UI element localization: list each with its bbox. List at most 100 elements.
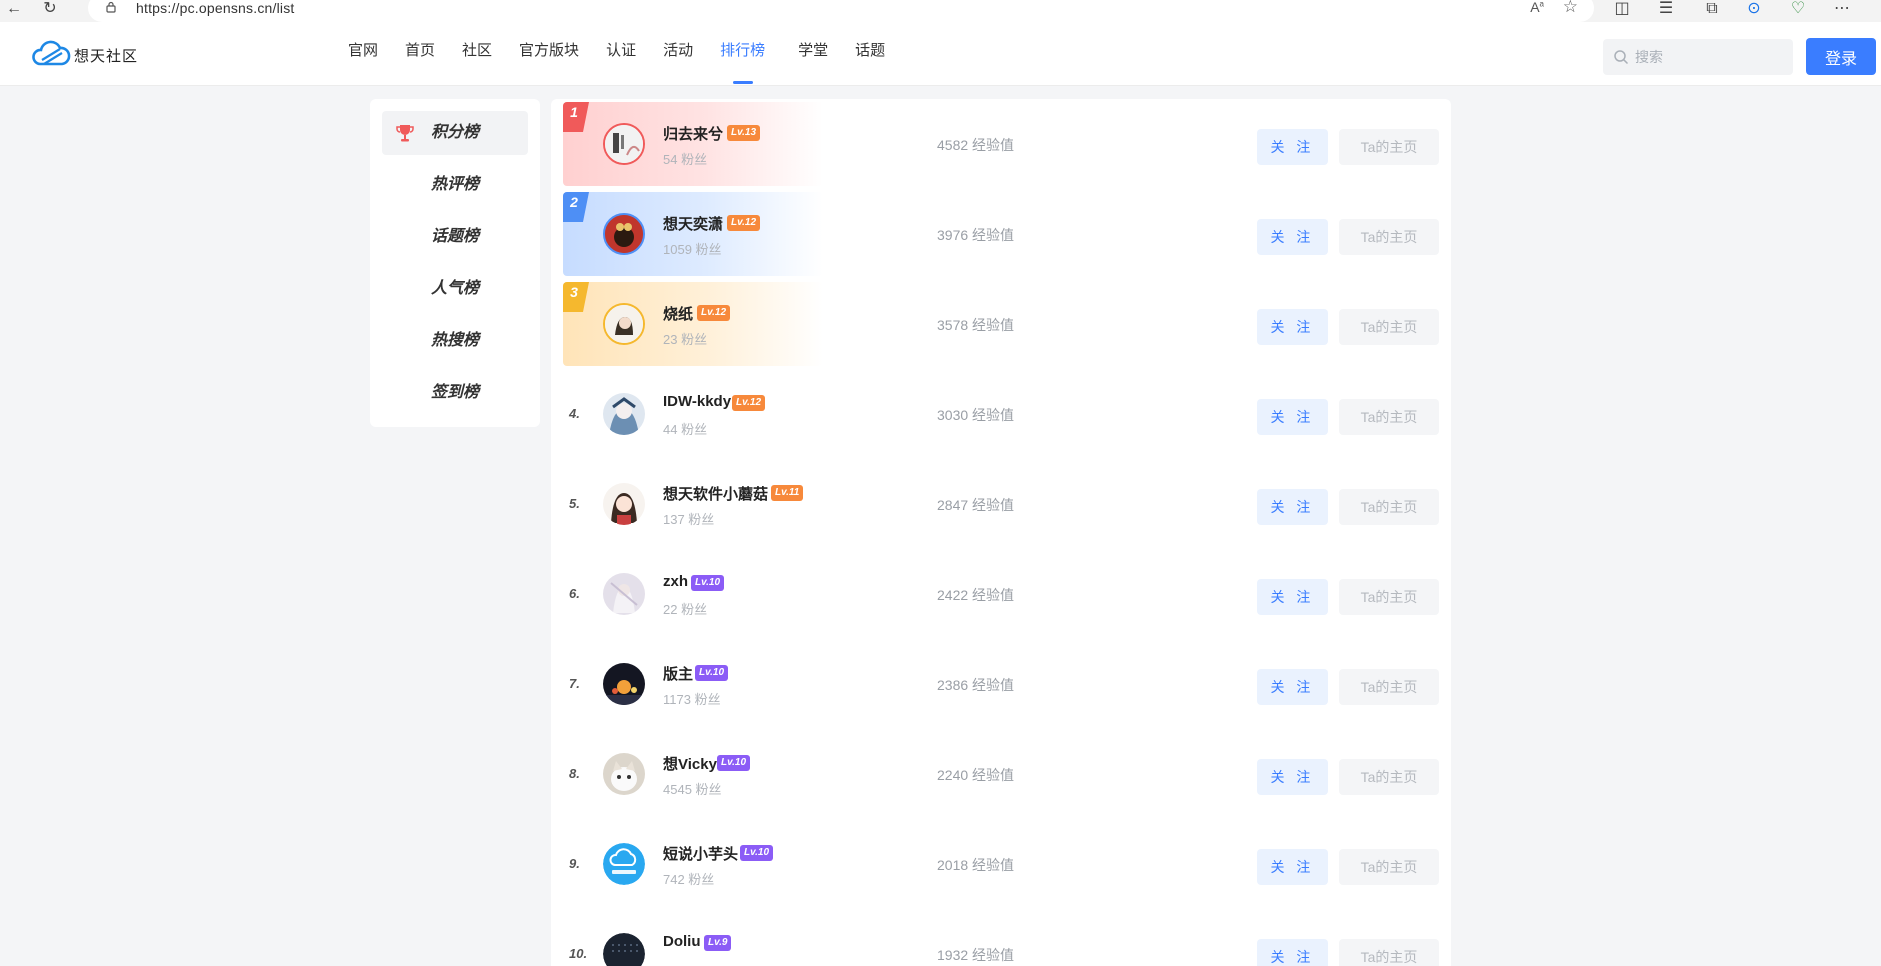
follow-button[interactable]: 关 注 — [1257, 759, 1328, 795]
follow-button[interactable]: 关 注 — [1257, 309, 1328, 345]
ranking-list: 1 归去来兮 Lv.13 54 粉丝 4582 经验值 关 注 Ta的主页 2 … — [551, 99, 1451, 966]
nav-item-home[interactable]: 首页 — [405, 22, 435, 86]
read-aloud-icon[interactable]: Aa — [1530, 0, 1544, 15]
user-name[interactable]: 想天软件小蘑菇 — [663, 483, 768, 504]
side-item-popularity[interactable]: 人气榜 — [382, 267, 528, 311]
experience-value: 2386 经验值 — [937, 677, 1015, 693]
split-screen-icon[interactable]: ◫ — [1612, 0, 1632, 20]
rank-number: 6. — [569, 586, 580, 601]
follow-button[interactable]: 关 注 — [1257, 219, 1328, 255]
experience-value: 3030 经验值 — [937, 407, 1015, 423]
follow-button[interactable]: 关 注 — [1257, 669, 1328, 705]
ranking-category-menu: 积分榜 热评榜 话题榜 人气榜 热搜榜 签到榜 — [370, 99, 540, 427]
homepage-button[interactable]: Ta的主页 — [1339, 129, 1439, 165]
side-item-topics[interactable]: 话题榜 — [382, 215, 528, 259]
level-badge: Lv.9 — [704, 935, 732, 951]
health-icon[interactable]: ♡ — [1788, 0, 1808, 20]
nav-item-community[interactable]: 社区 — [462, 22, 492, 86]
logo[interactable]: 想天社区 — [30, 40, 138, 70]
avatar[interactable] — [603, 933, 645, 966]
avatar[interactable] — [603, 393, 645, 435]
more-menu-icon[interactable]: ⋯ — [1832, 0, 1852, 20]
experience-value: 1932 经验值 — [937, 947, 1015, 963]
homepage-button[interactable]: Ta的主页 — [1339, 849, 1439, 885]
follow-button[interactable]: 关 注 — [1257, 579, 1328, 615]
nav-item-topics[interactable]: 话题 — [855, 22, 885, 86]
side-item-points[interactable]: 积分榜 — [382, 111, 528, 155]
follow-button[interactable]: 关 注 — [1257, 489, 1328, 525]
download-icon[interactable]: ⊙ — [1744, 0, 1764, 20]
homepage-button[interactable]: Ta的主页 — [1339, 939, 1439, 966]
fans-count: 1173 粉丝 — [663, 692, 721, 707]
homepage-button[interactable]: Ta的主页 — [1339, 669, 1439, 705]
nav-item-official[interactable]: 官网 — [348, 22, 378, 86]
user-name[interactable]: 版主 — [663, 663, 693, 684]
back-icon[interactable]: ← — [4, 0, 24, 20]
ranking-row: 1 归去来兮 Lv.13 54 粉丝 4582 经验值 关 注 Ta的主页 — [551, 99, 1451, 189]
avatar[interactable] — [603, 213, 645, 255]
collections-icon[interactable]: ⧉ — [1702, 0, 1722, 20]
ranking-row: 2 想天奕潇 Lv.12 1059 粉丝 3976 经验值 关 注 Ta的主页 — [551, 189, 1451, 279]
ranking-row: 5. 想天软件小蘑菇 Lv.11 137 粉丝 2847 经验值 关 注 Ta的… — [551, 459, 1451, 549]
nav-item-activity[interactable]: 活动 — [663, 22, 693, 86]
nav-item-official-boards[interactable]: 官方版块 — [519, 22, 579, 86]
side-item-label: 热评榜 — [430, 176, 479, 193]
user-name[interactable]: IDW-kkdy — [663, 393, 731, 410]
rank-badge: 1 — [563, 102, 589, 132]
level-badge: Lv.10 — [691, 575, 725, 591]
follow-button[interactable]: 关 注 — [1257, 939, 1328, 966]
fans-count: 44 粉丝 — [663, 422, 708, 437]
follow-button[interactable]: 关 注 — [1257, 129, 1328, 165]
login-button[interactable]: 登录 — [1806, 38, 1876, 75]
user-name[interactable]: zxh — [663, 573, 688, 590]
homepage-button[interactable]: Ta的主页 — [1339, 759, 1439, 795]
follow-button[interactable]: 关 注 — [1257, 399, 1328, 435]
search-box — [1603, 39, 1793, 75]
avatar[interactable] — [603, 843, 645, 885]
side-item-label: 话题榜 — [430, 228, 479, 245]
homepage-button[interactable]: Ta的主页 — [1339, 489, 1439, 525]
side-item-label: 积分榜 — [430, 124, 479, 141]
favorites-icon[interactable]: ☰ — [1656, 0, 1676, 20]
ranking-row: 6. zxh Lv.10 22 粉丝 2422 经验值 关 注 Ta的主页 — [551, 549, 1451, 639]
lock-icon — [106, 1, 116, 13]
level-badge: Lv.12 — [727, 215, 761, 231]
ranking-row: 9. 短说小芋头 Lv.10 742 粉丝 2018 经验值 关 注 Ta的主页 — [551, 819, 1451, 909]
favorite-star-icon[interactable]: ☆ — [1563, 0, 1578, 17]
avatar[interactable] — [603, 573, 645, 615]
rank-number: 9. — [569, 856, 580, 871]
side-item-check-in[interactable]: 签到榜 — [382, 371, 528, 415]
side-item-hot-comments[interactable]: 热评榜 — [382, 163, 528, 207]
follow-button[interactable]: 关 注 — [1257, 849, 1328, 885]
reload-icon[interactable]: ↻ — [40, 0, 60, 20]
homepage-button[interactable]: Ta的主页 — [1339, 399, 1439, 435]
user-name[interactable]: 烧纸 — [663, 303, 693, 324]
search-input[interactable] — [1635, 39, 1785, 75]
homepage-button[interactable]: Ta的主页 — [1339, 579, 1439, 615]
side-item-label: 人气榜 — [430, 280, 479, 297]
homepage-button[interactable]: Ta的主页 — [1339, 219, 1439, 255]
nav-item-academy[interactable]: 学堂 — [798, 22, 828, 86]
nav-item-certification[interactable]: 认证 — [606, 22, 636, 86]
experience-value: 2240 经验值 — [937, 767, 1015, 783]
avatar[interactable] — [603, 663, 645, 705]
user-name[interactable]: 短说小芋头 — [663, 843, 738, 864]
avatar[interactable] — [603, 303, 645, 345]
rank-number: 10. — [569, 946, 588, 961]
ranking-row: 8. 想Vicky Lv.10 4545 粉丝 2240 经验值 关 注 Ta的… — [551, 729, 1451, 819]
address-bar[interactable]: https://pc.opensns.cn/list Aa ☆ — [88, 0, 1594, 22]
nav-item-ranking[interactable]: 排行榜 — [720, 22, 765, 86]
user-name[interactable]: 归去来兮 — [663, 123, 723, 144]
fans-count: 22 粉丝 — [663, 602, 708, 617]
homepage-button[interactable]: Ta的主页 — [1339, 309, 1439, 345]
experience-value: 4582 经验值 — [937, 137, 1015, 153]
avatar[interactable] — [603, 123, 645, 165]
level-badge: Lv.10 — [695, 665, 729, 681]
avatar[interactable] — [603, 483, 645, 525]
side-item-hot-search[interactable]: 热搜榜 — [382, 319, 528, 363]
user-name[interactable]: Doliu — [663, 933, 701, 950]
user-name[interactable]: 想Vicky — [663, 753, 717, 774]
avatar[interactable] — [603, 753, 645, 795]
main-nav: 官网 首页 社区 官方版块 认证 活动 排行榜 学堂 话题 — [348, 22, 885, 86]
user-name[interactable]: 想天奕潇 — [663, 213, 723, 234]
